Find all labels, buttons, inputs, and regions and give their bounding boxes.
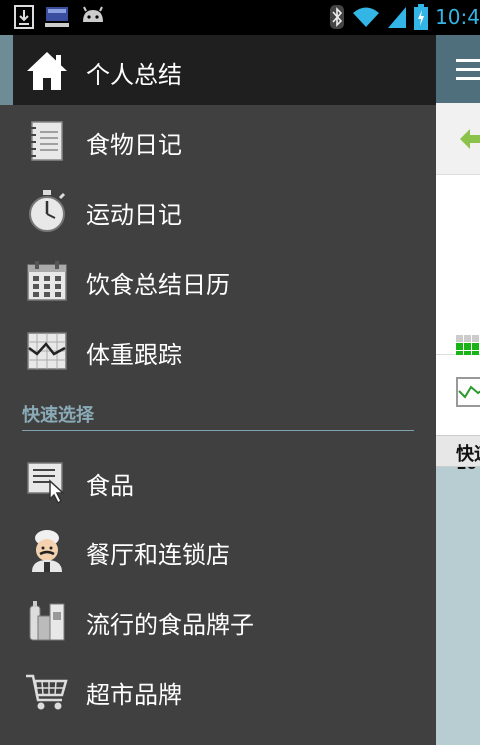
drawer-item-label: 食品 [86,472,134,500]
panasonic-app-icon [45,7,69,27]
shopping-cart-icon [26,674,68,710]
drawer-item-restaurants[interactable]: 餐厅和连锁店 [0,515,436,585]
weight-chart-icon [456,377,480,407]
drawer-item-label: 流行的食品牌子 [86,611,254,639]
drawer-item-diet-calendar[interactable]: 饮食总结日历 [0,245,436,315]
clock: 10:4 [435,5,480,29]
home-icon [27,52,67,90]
food-list-icon [27,462,65,505]
signal-icon [388,7,407,28]
weight-chart-icon [27,332,67,370]
background-date-nav [436,103,480,175]
drawer-item-weight-tracker[interactable]: 体重跟踪 [0,315,436,385]
drawer-item-label: 饮食总结日历 [86,271,230,299]
drawer-item-label: 个人总结 [86,61,182,89]
download-icon [14,5,34,29]
drawer-item-label: 餐厅和连锁店 [86,541,230,569]
bluetooth-icon [330,5,345,29]
quick-select-section-header: 快速选择 [22,399,414,431]
background-app: 16% 快速 [436,35,480,745]
background-action-bar[interactable] [436,35,480,103]
system-icons: 10:4 [329,4,480,30]
brands-icon [29,601,65,641]
background-summary-card: 16% [436,175,480,473]
android-icon [83,6,103,22]
drawer-item-food-diary[interactable]: 食物日记 [0,105,436,175]
notebook-icon [29,121,63,161]
background-section-label: 快速 [456,444,480,465]
drawer-item-personal-summary[interactable]: 个人总结 [0,35,436,105]
drawer-item-supermarket-brands[interactable]: 超市品牌 [0,655,436,725]
drawer-item-exercise-diary[interactable]: 运动日记 [0,175,436,245]
stopwatch-icon [29,190,66,232]
background-weight-card [436,355,480,435]
drawer-item-label: 运动日记 [86,201,182,229]
drawer-item-popular-brands[interactable]: 流行的食品牌子 [0,585,436,655]
drawer-item-label: 食物日记 [86,131,182,159]
status-bar: 10:4 [0,0,480,35]
notification-icons [14,5,106,29]
drawer-item-label: 超市品牌 [86,681,182,709]
battery-charging-icon [414,4,429,30]
calendar-icon [27,261,67,301]
drawer-item-foods[interactable]: 食品 [0,446,436,516]
background-section-header: 快速 [436,435,480,467]
drawer-active-indicator [0,35,13,105]
wifi-icon [353,7,380,27]
section-title: 快速选择 [22,405,94,426]
back-arrow-icon[interactable] [458,127,480,151]
menu-icon[interactable] [456,57,480,83]
drawer-item-label: 体重跟踪 [86,341,182,369]
navigation-drawer: 个人总结 食物日记 运动日记 饮食总结日历 体重跟踪 快速选择 食品 餐厅和连锁… [0,35,436,745]
chef-icon [32,530,62,572]
